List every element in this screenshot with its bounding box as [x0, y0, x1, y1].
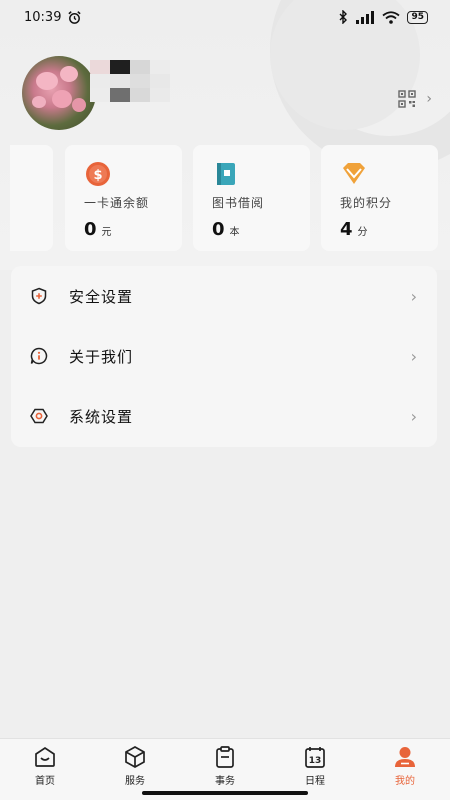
card-unit: 本 — [229, 227, 240, 238]
card-card-balance[interactable]: $ 一卡通余额 0元 — [65, 145, 182, 251]
stats-cards: $ 一卡通余额 0元 图书借阅 0本 我的积分 4分 — [10, 145, 440, 251]
card-label: 我的积分 — [340, 196, 393, 210]
nav-label: 日程 — [305, 776, 325, 787]
settings-icon — [29, 406, 49, 426]
card-number: 4 — [340, 219, 353, 240]
card-label: 一卡通余额 — [84, 196, 150, 210]
person-icon — [395, 747, 415, 767]
settings-menu: 安全设置 › 关于我们 › 系统设置 › — [11, 266, 437, 447]
qr-code-icon — [398, 90, 417, 108]
username-mosaic — [90, 50, 190, 112]
home-icon — [35, 746, 55, 767]
card-number: 0 — [212, 219, 225, 240]
card-unit: 元 — [101, 227, 112, 238]
chevron-right-icon: › — [410, 346, 417, 366]
menu-item-label: 关于我们 — [69, 347, 134, 366]
cube-icon — [125, 746, 145, 768]
nav-item-mine[interactable]: 我的 — [360, 739, 450, 800]
svg-text:13: 13 — [309, 756, 322, 766]
menu-item-system-settings[interactable]: 系统设置 › — [11, 386, 437, 446]
qr-code-button[interactable]: › — [398, 90, 432, 108]
book-icon — [217, 163, 235, 185]
card-value: 0元 — [84, 219, 112, 240]
home-indicator — [142, 791, 308, 795]
card-label: 图书借阅 — [212, 196, 265, 210]
menu-item-label: 安全设置 — [69, 287, 134, 306]
chevron-right-icon: › — [410, 406, 417, 426]
card-value: 0本 — [212, 219, 240, 240]
menu-item-label: 系统设置 — [69, 407, 134, 426]
card-value: 4分 — [340, 219, 368, 240]
chevron-right-icon: › — [426, 91, 432, 107]
nav-label: 我的 — [395, 776, 415, 787]
card-number: 0 — [84, 219, 97, 240]
info-bubble-icon — [29, 346, 49, 366]
menu-item-security-settings[interactable]: 安全设置 › — [11, 266, 437, 326]
card-my-points[interactable]: 我的积分 4分 — [321, 145, 438, 251]
chevron-right-icon: › — [410, 286, 417, 306]
status-bar: 10:39 95 — [0, 0, 450, 34]
calendar-icon: 13 — [305, 747, 325, 768]
alarm-icon — [68, 10, 82, 24]
bluetooth-icon — [339, 10, 348, 24]
shield-icon — [29, 286, 49, 306]
menu-item-about-us[interactable]: 关于我们 › — [11, 326, 437, 386]
dollar-coin-icon: $ — [86, 162, 110, 186]
card-partial[interactable] — [10, 145, 53, 251]
status-time: 10:39 — [24, 9, 62, 25]
nav-item-home[interactable]: 首页 — [0, 739, 90, 800]
card-unit: 分 — [357, 227, 368, 238]
diamond-icon — [343, 163, 365, 184]
card-library-borrow[interactable]: 图书借阅 0本 — [193, 145, 310, 251]
nav-label: 首页 — [35, 776, 55, 787]
avatar[interactable] — [22, 56, 96, 130]
nav-label: 事务 — [215, 776, 235, 787]
wifi-icon — [382, 10, 401, 24]
battery-indicator: 95 — [407, 10, 428, 24]
nav-label: 服务 — [125, 776, 145, 787]
cellular-signal-icon — [356, 10, 375, 24]
svg-text:$: $ — [93, 168, 102, 183]
clipboard-icon — [216, 746, 234, 768]
